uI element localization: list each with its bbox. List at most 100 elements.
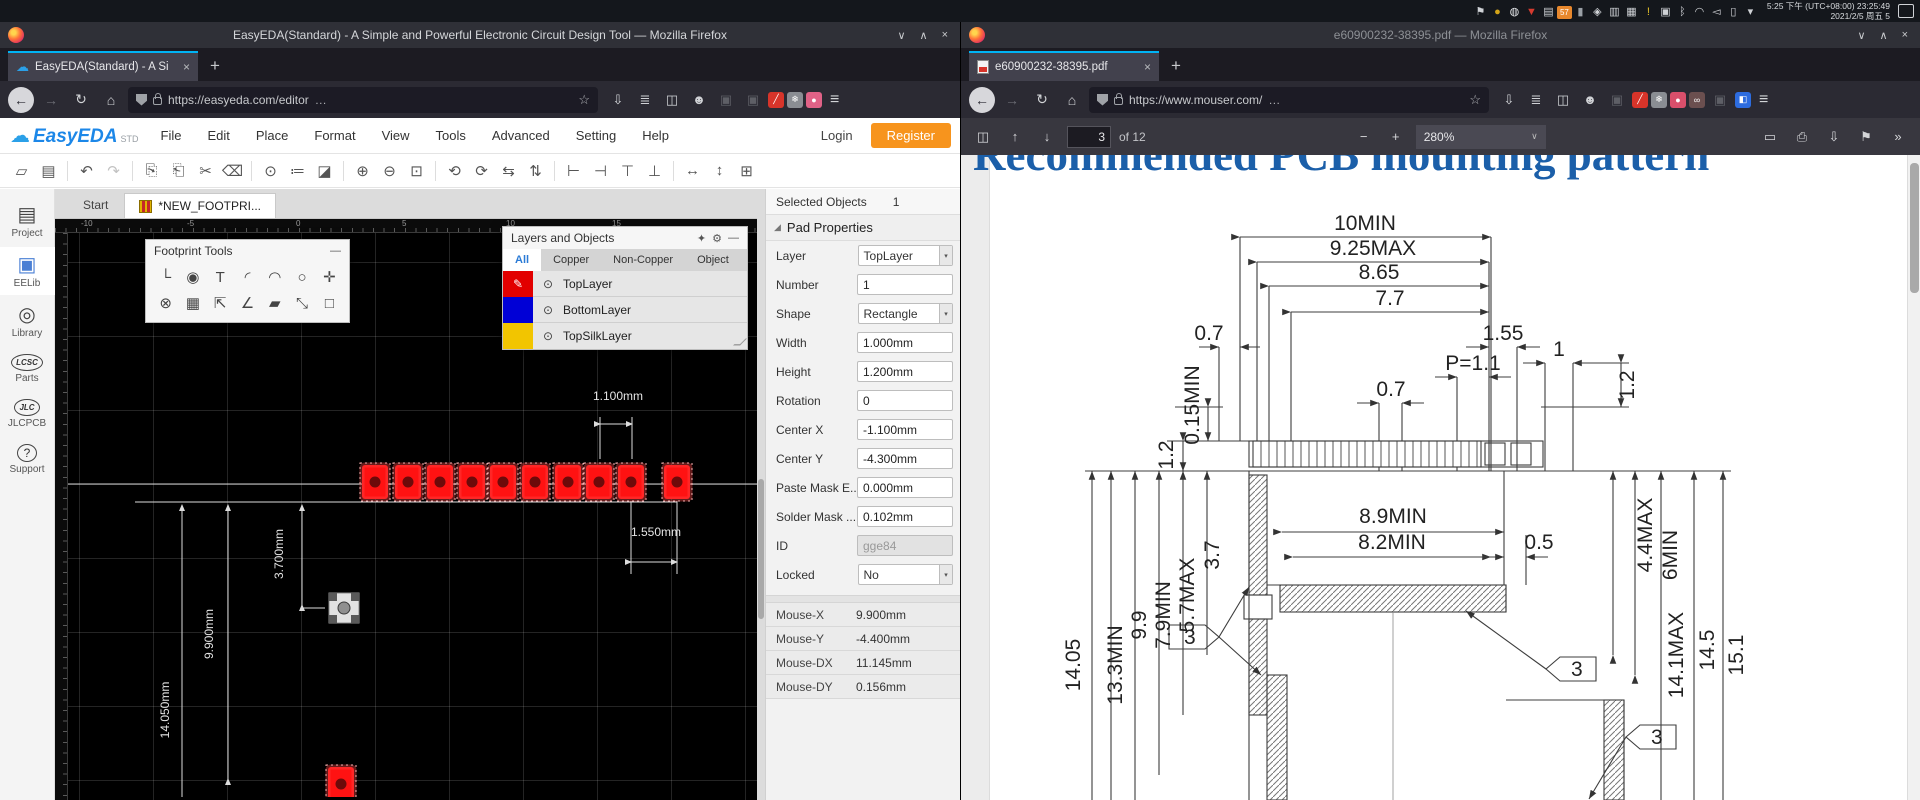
save-icon[interactable]: ▤: [35, 158, 62, 184]
zoom-level-select[interactable]: 280% ∨: [1416, 125, 1546, 149]
new-tab-button[interactable]: +: [1159, 51, 1193, 81]
flip-horizontal-icon[interactable]: ⇆: [495, 158, 522, 184]
notes-icon[interactable]: ▤: [1540, 4, 1557, 20]
menu-hamburger-icon[interactable]: ≡: [830, 91, 839, 109]
forward-button[interactable]: →: [38, 87, 64, 113]
rotate-ccw-icon[interactable]: ⟲: [441, 158, 468, 184]
download-icon[interactable]: ⇩: [1497, 88, 1521, 112]
zoom-out-icon[interactable]: −: [1352, 125, 1376, 149]
solder-mask-input[interactable]: [857, 506, 953, 527]
layer-color-swatch[interactable]: [503, 323, 533, 349]
bookmark-star-icon[interactable]: ☆: [578, 92, 590, 108]
copy-icon[interactable]: ⎗: [165, 158, 192, 184]
rect-tool[interactable]: □: [316, 290, 343, 316]
bookmark-star-icon[interactable]: ☆: [1469, 92, 1481, 108]
find-similar-icon[interactable]: ≔: [284, 158, 311, 184]
menu-tools[interactable]: Tools: [436, 128, 466, 143]
grid-setting-icon[interactable]: ⊞: [733, 158, 760, 184]
text-tool[interactable]: T: [207, 264, 234, 290]
extension-brown-icon[interactable]: ∞: [1689, 92, 1705, 108]
menu-hamburger-icon[interactable]: ≡: [1759, 91, 1768, 109]
shape-select[interactable]: Rectangle▾: [858, 303, 953, 324]
sidebar-item-library[interactable]: ◎ Library: [0, 297, 55, 345]
tray-expand-icon[interactable]: ▾: [1742, 4, 1759, 20]
zoom-out-icon[interactable]: ⊖: [376, 158, 403, 184]
extension-dark-icon[interactable]: ▣: [1708, 88, 1732, 112]
layer-color-swatch[interactable]: [503, 297, 533, 323]
url-text[interactable]: https://easyeda.com/editor: [168, 93, 309, 107]
align-top-icon[interactable]: ⊤: [614, 158, 641, 184]
collapse-icon[interactable]: —: [330, 245, 341, 257]
image-tool[interactable]: ▦: [179, 290, 206, 316]
login-link[interactable]: Login: [821, 128, 853, 143]
extension-pink-icon[interactable]: ●: [1670, 92, 1686, 108]
track-tool[interactable]: └: [152, 264, 179, 290]
layer-row-bottom[interactable]: ⊙ BottomLayer: [503, 297, 747, 323]
address-bar[interactable]: https://www.mouser.com/ … ☆: [1089, 87, 1489, 113]
extension-pink-icon[interactable]: ●: [806, 92, 822, 108]
permissions-dots-icon[interactable]: …: [315, 93, 328, 107]
rotate-cw-icon[interactable]: ⟳: [468, 158, 495, 184]
phone-link-icon[interactable]: ▯: [1725, 4, 1742, 20]
distribute-vertical-icon[interactable]: ↕: [706, 158, 733, 184]
forward-button[interactable]: →: [999, 87, 1025, 113]
right-titlebar[interactable]: e60900232-38395.pdf — Mozilla Firefox ∨ …: [961, 22, 1920, 48]
sidebar-item-parts[interactable]: LCSC Parts: [0, 347, 55, 390]
minimize-button[interactable]: ∨: [897, 29, 905, 42]
close-button[interactable]: ×: [1902, 29, 1908, 42]
sidebar-item-support[interactable]: ? Support: [0, 437, 55, 481]
center-x-input[interactable]: [857, 419, 953, 440]
permissions-dots-icon[interactable]: …: [1268, 93, 1281, 107]
layer-select[interactable]: TopLayer▾: [858, 245, 953, 266]
layer-visibility-eye-icon[interactable]: ⊙: [533, 277, 563, 291]
register-button[interactable]: Register: [871, 123, 951, 148]
scrollbar-thumb[interactable]: [1910, 163, 1919, 293]
maximize-button[interactable]: ∧: [1880, 29, 1888, 42]
canvas-scrollbar[interactable]: [757, 189, 765, 800]
extension-dim-icon[interactable]: ▣: [1605, 88, 1629, 112]
reload-button[interactable]: ↻: [1029, 87, 1055, 113]
cut-icon[interactable]: ✂: [192, 158, 219, 184]
close-button[interactable]: ×: [942, 29, 948, 42]
notification-bell-icon[interactable]: ⚑: [1472, 4, 1489, 20]
pdf-tab[interactable]: e60900232-38395.pdf ×: [969, 51, 1159, 81]
extension-blue-icon[interactable]: ◧: [1735, 92, 1751, 108]
tracking-shield-icon[interactable]: [1097, 94, 1108, 106]
menu-edit[interactable]: Edit: [207, 128, 229, 143]
measure-tool[interactable]: ⤡: [288, 290, 315, 316]
sidebar-item-project[interactable]: ▤ Project: [0, 197, 55, 245]
menu-format[interactable]: Format: [314, 128, 355, 143]
page-number-input[interactable]: [1067, 126, 1111, 148]
temp-badge-icon[interactable]: 57: [1557, 6, 1572, 19]
layers-tab-copper[interactable]: Copper: [541, 249, 601, 271]
collapse-icon[interactable]: —: [728, 232, 739, 244]
keyboard-icon[interactable]: ▦: [1623, 4, 1640, 20]
tab-close-icon[interactable]: ×: [183, 60, 190, 74]
library-icon[interactable]: ≣: [1524, 88, 1548, 112]
layer-color-swatch[interactable]: ✎: [503, 271, 533, 297]
tracking-shield-icon[interactable]: [136, 94, 147, 106]
terminal-icon[interactable]: ▮: [1572, 4, 1589, 20]
align-left-icon[interactable]: ⊢: [560, 158, 587, 184]
layers-tab-all[interactable]: All: [503, 249, 541, 271]
zoom-fit-icon[interactable]: ⊡: [403, 158, 430, 184]
center-y-input[interactable]: [857, 448, 953, 469]
pdf-sidebar-toggle-icon[interactable]: ◫: [971, 125, 995, 149]
align-bottom-icon[interactable]: ⊥: [641, 158, 668, 184]
zoom-in-icon[interactable]: ⊕: [349, 158, 376, 184]
left-titlebar[interactable]: EasyEDA(Standard) - A Simple and Powerfu…: [0, 22, 960, 48]
chat-badge-icon[interactable]: ●: [1489, 4, 1506, 20]
menu-place[interactable]: Place: [256, 128, 289, 143]
arc-tool[interactable]: ◜: [234, 264, 261, 290]
home-button[interactable]: ⌂: [1059, 87, 1085, 113]
home-button[interactable]: ⌂: [98, 87, 124, 113]
layer-row-top[interactable]: ✎ ⊙ TopLayer: [503, 271, 747, 297]
menu-advanced[interactable]: Advanced: [492, 128, 550, 143]
extension-gray-icon[interactable]: ❄: [787, 92, 803, 108]
rotation-input[interactable]: [857, 390, 953, 411]
distribute-horizontal-icon[interactable]: ↔: [679, 158, 706, 184]
display-icon[interactable]: [1898, 4, 1914, 18]
menu-file[interactable]: File: [161, 128, 182, 143]
alert-icon[interactable]: !: [1640, 4, 1657, 20]
next-page-icon[interactable]: ↓: [1035, 125, 1059, 149]
